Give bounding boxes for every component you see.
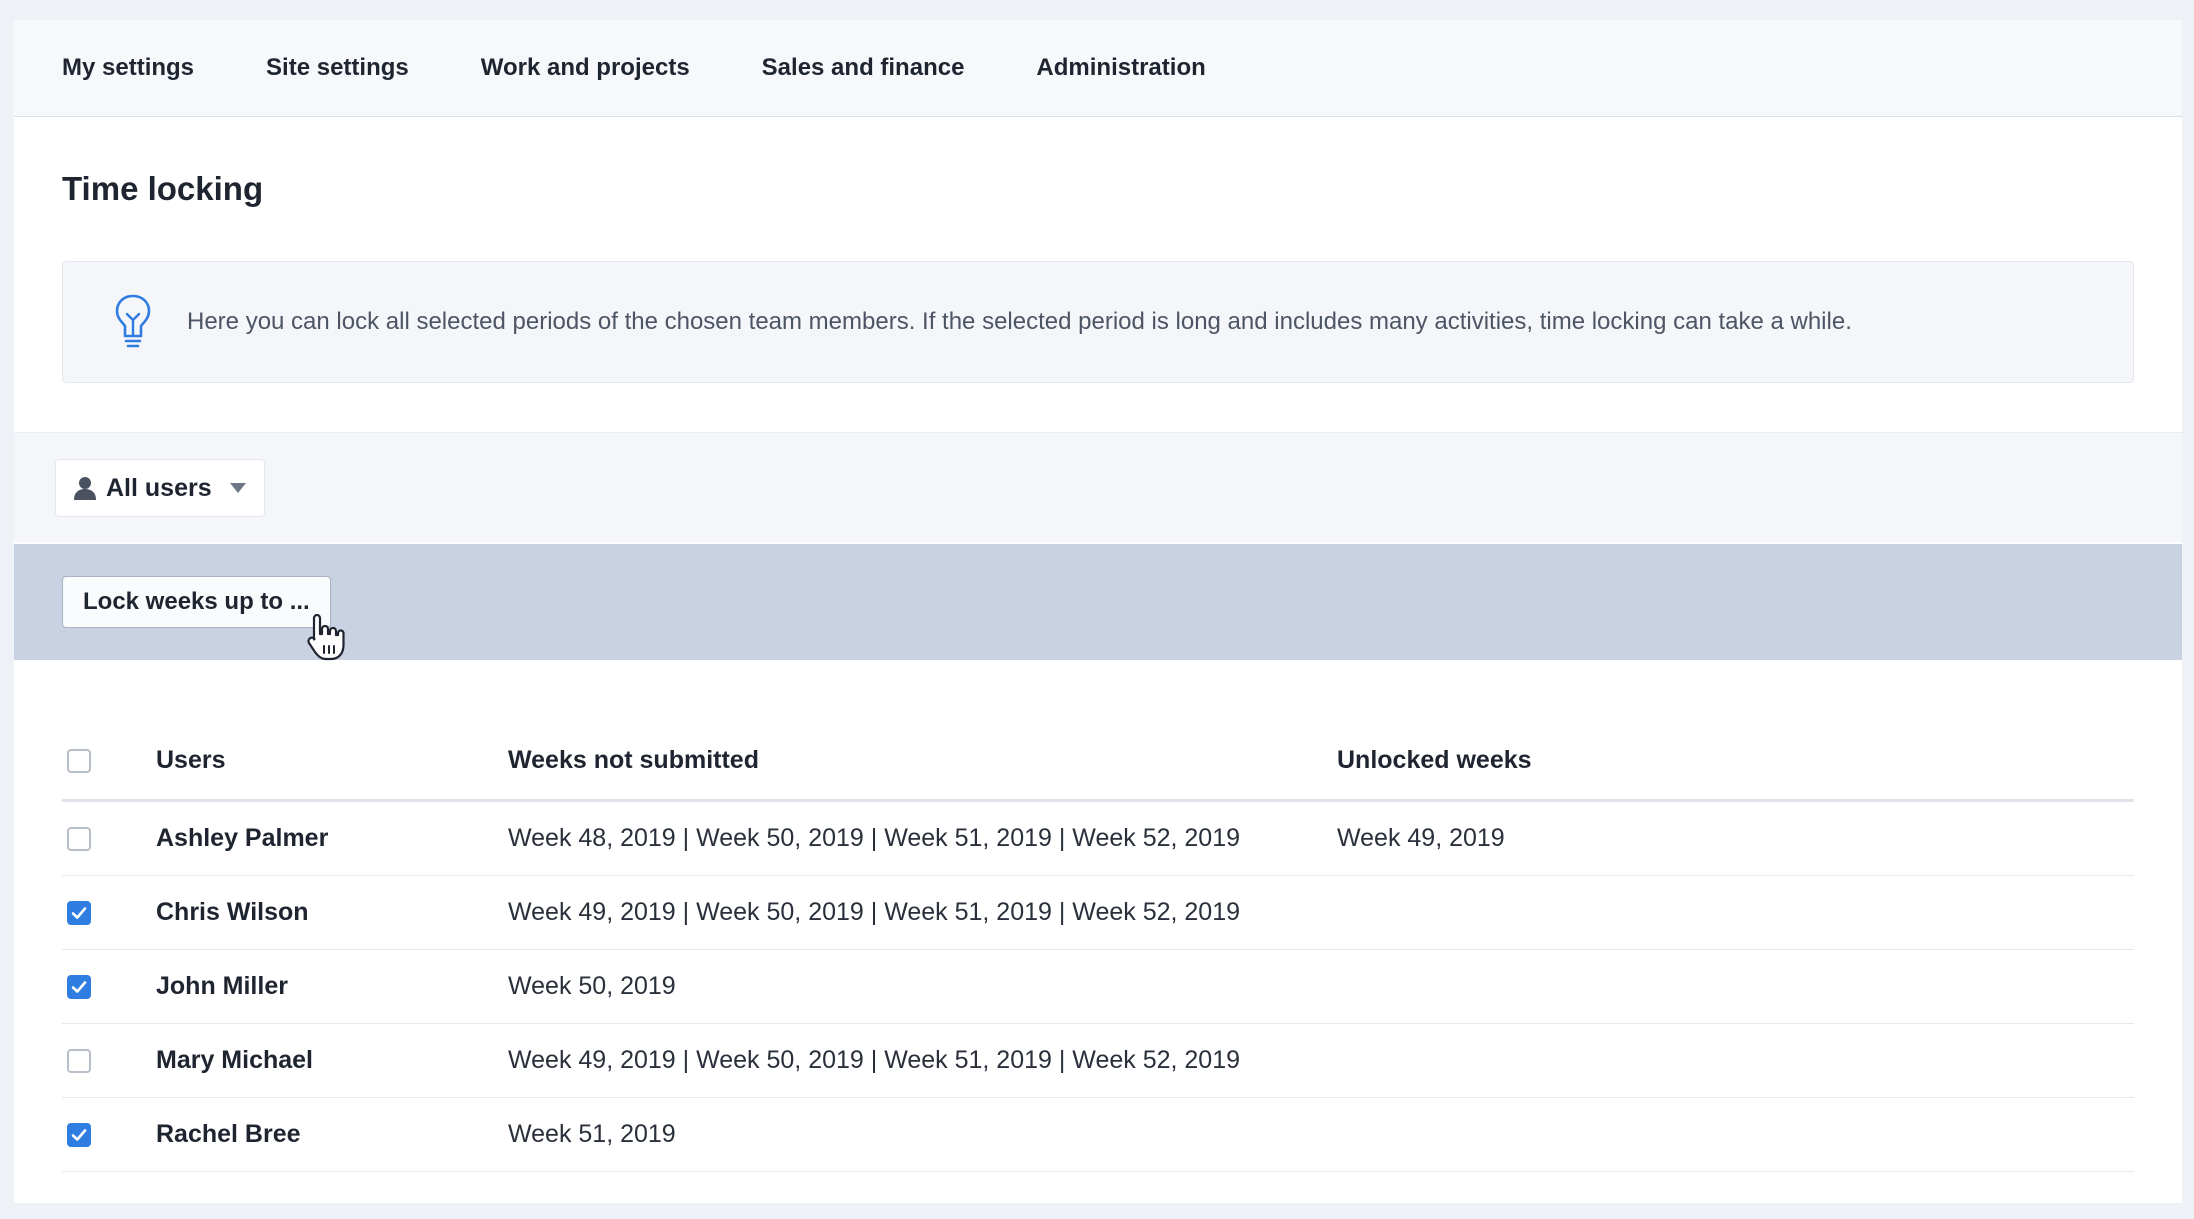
user-filter-select[interactable]: All users (55, 459, 265, 517)
weeks-not-submitted: Week 49, 2019 | Week 50, 2019 | Week 51,… (508, 1046, 1241, 1074)
row-checkbox[interactable] (67, 1122, 91, 1147)
user-name: Ashley Palmer (156, 824, 329, 852)
table-row: John Miller Week 50, 2019 (62, 950, 2134, 1024)
table-header: Users Weeks not submitted Unlocked weeks (62, 722, 2134, 802)
header-unlocked-weeks: Unlocked weeks (1337, 746, 1532, 774)
top-nav: My settings Site settings Work and proje… (14, 20, 2182, 117)
weeks-not-submitted: Week 49, 2019 | Week 50, 2019 | Week 51,… (508, 898, 1241, 926)
unlocked-weeks: Week 49, 2019 (1337, 824, 1505, 852)
user-name: Rachel Bree (156, 1120, 301, 1148)
row-checkbox[interactable] (67, 974, 91, 999)
header-weeks-not-submitted: Weeks not submitted (508, 746, 759, 774)
tab-sales-and-finance[interactable]: Sales and finance (762, 54, 965, 82)
user-filter-label: All users (106, 473, 212, 502)
weeks-not-submitted: Week 48, 2019 | Week 50, 2019 | Week 51,… (508, 824, 1241, 852)
table-row: Rachel Bree Week 51, 2019 (62, 1098, 2134, 1172)
tab-administration[interactable]: Administration (1036, 54, 1205, 82)
weeks-not-submitted: Week 50, 2019 (508, 972, 676, 1000)
person-icon (74, 477, 96, 500)
app-frame: My settings Site settings Work and proje… (14, 20, 2182, 1203)
page-title: Time locking (62, 170, 264, 207)
users-table: Users Weeks not submitted Unlocked weeks… (62, 722, 2134, 1172)
filter-bar (14, 432, 2182, 542)
table-row: Chris Wilson Week 49, 2019 | Week 50, 20… (62, 876, 2134, 950)
row-checkbox[interactable] (67, 826, 91, 851)
header-users: Users (156, 746, 226, 774)
table-row: Ashley Palmer Week 48, 2019 | Week 50, 2… (62, 802, 2134, 876)
lock-weeks-button[interactable]: Lock weeks up to ... (62, 576, 331, 628)
row-checkbox[interactable] (67, 900, 91, 925)
user-name: Mary Michael (156, 1046, 314, 1074)
tab-site-settings[interactable]: Site settings (266, 54, 409, 82)
user-name: John Miller (156, 972, 288, 1000)
tab-my-settings[interactable]: My settings (62, 54, 194, 82)
weeks-not-submitted: Week 51, 2019 (508, 1120, 676, 1148)
checkmark-icon (71, 980, 87, 993)
table-row: Mary Michael Week 49, 2019 | Week 50, 20… (62, 1024, 2134, 1098)
tab-work-and-projects[interactable]: Work and projects (481, 54, 690, 82)
lightbulb-icon (115, 294, 151, 348)
info-box: Here you can lock all selected periods o… (62, 261, 2134, 383)
user-name: Chris Wilson (156, 898, 309, 926)
checkmark-icon (71, 1128, 87, 1141)
hand-cursor-icon (307, 613, 345, 661)
caret-down-icon (229, 483, 246, 493)
checkmark-icon (71, 906, 87, 919)
info-text: Here you can lock all selected periods o… (187, 308, 1852, 335)
select-all-checkbox[interactable] (67, 748, 91, 773)
row-checkbox[interactable] (67, 1048, 91, 1073)
